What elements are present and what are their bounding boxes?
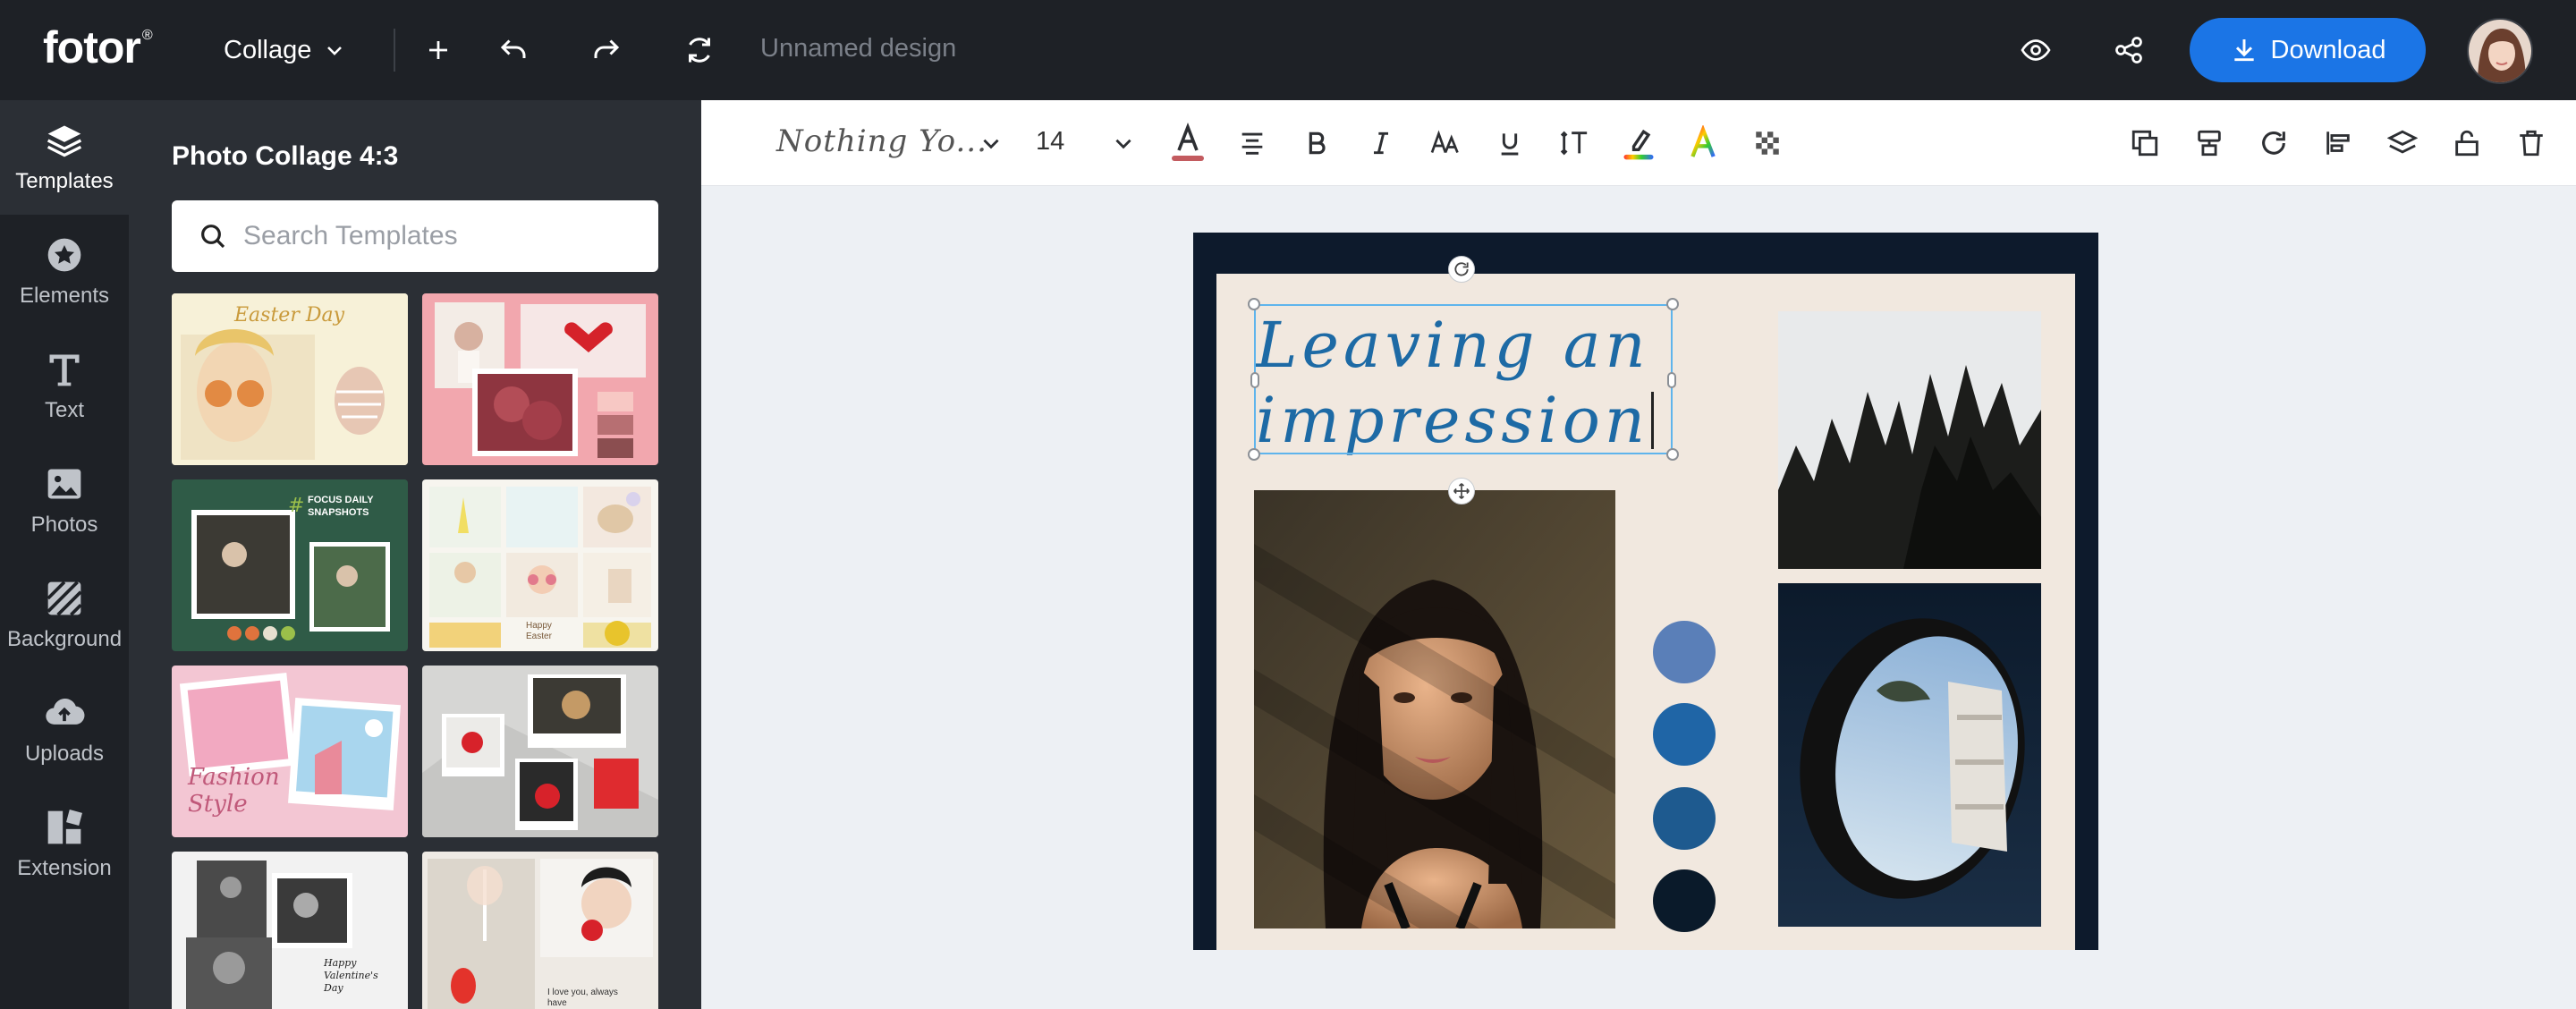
template-thumb-focus-snapshots[interactable]: # FOCUS DAILY SNAPSHOTS bbox=[172, 479, 408, 651]
rail-item-elements[interactable]: Elements bbox=[0, 215, 129, 329]
rail-item-text[interactable]: Text bbox=[0, 329, 129, 444]
share-icon[interactable] bbox=[2106, 27, 2152, 73]
photo-icon bbox=[47, 469, 81, 499]
undo-icon[interactable] bbox=[490, 27, 537, 73]
template-thumb-pink-roses[interactable] bbox=[422, 293, 658, 465]
round-window-photo[interactable] bbox=[1778, 583, 2041, 927]
sync-icon[interactable] bbox=[676, 27, 723, 73]
italic-icon[interactable] bbox=[1360, 122, 1402, 165]
lock-icon[interactable] bbox=[2445, 122, 2488, 165]
text-toolbar: Nothing Yo... 14 bbox=[701, 100, 2576, 186]
svg-text:#: # bbox=[288, 495, 304, 517]
duplicate-icon[interactable] bbox=[2123, 122, 2166, 165]
download-button-label: Download bbox=[2270, 35, 2386, 64]
text-color-icon[interactable] bbox=[1166, 122, 1209, 165]
template-caption: Easter Day bbox=[234, 304, 345, 326]
avatar[interactable] bbox=[2467, 18, 2533, 84]
font-family-select[interactable]: Nothing Yo... bbox=[776, 123, 987, 159]
chevron-down-icon bbox=[327, 47, 343, 55]
resize-handle[interactable] bbox=[1666, 448, 1679, 461]
layers-order-icon[interactable] bbox=[2381, 122, 2424, 165]
text-icon bbox=[49, 354, 80, 386]
font-size-select[interactable]: 14 bbox=[1036, 127, 1064, 157]
rail-item-label: Templates bbox=[15, 169, 114, 193]
swatch-1[interactable] bbox=[1653, 621, 1716, 683]
rail-item-label: Photos bbox=[30, 513, 98, 537]
resize-handle[interactable] bbox=[1248, 448, 1260, 461]
left-rail: Templates Elements Text Photos Backgroun… bbox=[0, 100, 129, 1009]
resize-handle[interactable] bbox=[1248, 298, 1260, 310]
rail-item-label: Elements bbox=[19, 284, 110, 308]
layers-icon bbox=[47, 125, 82, 157]
divider bbox=[394, 29, 395, 72]
template-thumb-love-you[interactable]: I love you, always have bbox=[422, 852, 658, 1009]
template-caption: FOCUS DAILY SNAPSHOTS bbox=[308, 495, 374, 518]
preview-eye-icon[interactable] bbox=[2012, 27, 2059, 73]
panel-title: Photo Collage 4:3 bbox=[172, 141, 399, 171]
rotate-icon bbox=[1454, 262, 1469, 276]
rail-item-extension[interactable]: Extension bbox=[0, 787, 129, 902]
move-icon bbox=[1453, 483, 1470, 499]
rail-item-background[interactable]: Background bbox=[0, 558, 129, 673]
template-search[interactable] bbox=[172, 200, 658, 272]
templates-panel: Photo Collage 4:3 Easter Day bbox=[129, 100, 701, 1009]
template-caption: Happy Easter bbox=[526, 621, 552, 641]
swatch-3[interactable] bbox=[1653, 787, 1716, 850]
resize-handle[interactable] bbox=[1666, 298, 1679, 310]
letter-case-icon[interactable] bbox=[1424, 122, 1467, 165]
template-caption: I love you, always have bbox=[547, 988, 618, 1008]
stripes-icon bbox=[47, 581, 82, 616]
chevron-down-icon[interactable] bbox=[970, 122, 1013, 165]
swatch-4[interactable] bbox=[1653, 869, 1716, 932]
trees-photo[interactable] bbox=[1778, 311, 2041, 569]
search-input[interactable] bbox=[243, 221, 619, 251]
extension-icon bbox=[47, 810, 82, 844]
rail-item-uploads[interactable]: Uploads bbox=[0, 673, 129, 787]
rail-item-label: Background bbox=[6, 627, 123, 651]
template-thumb-red-gray[interactable] bbox=[422, 666, 658, 837]
portrait-photo[interactable] bbox=[1254, 490, 1615, 928]
chevron-down-icon[interactable] bbox=[1102, 122, 1145, 165]
transparency-icon[interactable] bbox=[1746, 122, 1789, 165]
template-thumb-valentines[interactable]: Happy Valentine's Day bbox=[172, 852, 408, 1009]
align-center-icon[interactable] bbox=[1231, 122, 1274, 165]
selection-box bbox=[1254, 304, 1673, 454]
download-icon bbox=[2233, 39, 2254, 62]
resize-handle[interactable] bbox=[1667, 372, 1676, 388]
star-icon bbox=[47, 238, 81, 272]
rotate-icon[interactable] bbox=[2252, 122, 2295, 165]
rail-item-label: Uploads bbox=[24, 742, 105, 766]
format-painter-icon[interactable] bbox=[2188, 122, 2231, 165]
rotate-handle[interactable] bbox=[1448, 256, 1475, 283]
align-left-objects-icon[interactable] bbox=[2317, 122, 2360, 165]
bold-icon[interactable] bbox=[1295, 122, 1338, 165]
delete-icon[interactable] bbox=[2510, 122, 2553, 165]
template-caption: Happy Valentine's Day bbox=[324, 957, 378, 994]
rail-item-label: Text bbox=[44, 398, 84, 422]
template-thumb-fashion-style[interactable]: Fashion Style bbox=[172, 666, 408, 837]
rail-item-label: Extension bbox=[17, 856, 112, 880]
mode-dropdown-label: Collage bbox=[224, 35, 312, 64]
redo-icon[interactable] bbox=[583, 27, 630, 73]
highlight-icon[interactable] bbox=[1617, 122, 1660, 165]
document-name[interactable]: Unnamed design bbox=[760, 34, 956, 64]
mode-dropdown[interactable]: Collage bbox=[224, 30, 345, 70]
template-thumb-easter-day[interactable]: Easter Day bbox=[172, 293, 408, 465]
fotor-logo[interactable]: fotor ® bbox=[43, 21, 153, 73]
resize-handle[interactable] bbox=[1250, 372, 1259, 388]
search-icon bbox=[201, 225, 225, 249]
cloud-upload-icon bbox=[46, 699, 85, 725]
line-spacing-icon[interactable] bbox=[1553, 122, 1596, 165]
template-thumb-happy-easter[interactable]: Happy Easter bbox=[422, 479, 658, 651]
template-caption: Fashion Style bbox=[188, 764, 280, 818]
top-bar: fotor ® Collage Unnamed design Download bbox=[0, 0, 2576, 100]
swatch-2[interactable] bbox=[1653, 703, 1716, 766]
add-icon[interactable] bbox=[415, 27, 462, 73]
download-button[interactable]: Download bbox=[2190, 18, 2426, 82]
rail-item-photos[interactable]: Photos bbox=[0, 444, 129, 558]
move-handle[interactable] bbox=[1448, 478, 1475, 504]
underline-icon[interactable] bbox=[1488, 122, 1531, 165]
gradient-text-icon[interactable] bbox=[1682, 122, 1724, 165]
rail-item-templates[interactable]: Templates bbox=[0, 100, 129, 215]
